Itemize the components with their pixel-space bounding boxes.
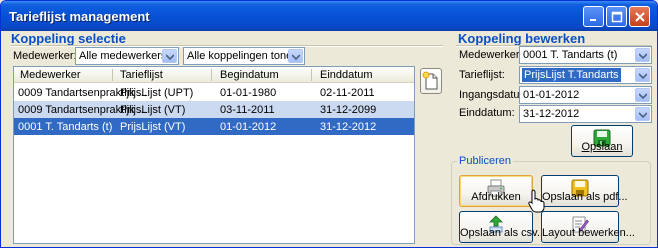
- ingangsdatum-value: 01-01-2012: [523, 89, 580, 101]
- koppelingen-filter-select[interactable]: Alle koppelingen tonen: [183, 47, 305, 65]
- einddatum-picker[interactable]: 31-12-2012: [519, 105, 652, 123]
- minimize-button[interactable]: [583, 6, 604, 27]
- koppelingen-filter-value: Alle koppelingen tonen: [187, 50, 299, 62]
- window-title: Tarieflijst management: [9, 9, 150, 24]
- medewerker-label: Medewerker:: [459, 49, 523, 61]
- chevron-down-icon[interactable]: [635, 48, 650, 62]
- title-bar[interactable]: Tarieflijst management: [1, 1, 657, 31]
- list-row[interactable]: 0009 Tandartsenpraktijk ... PrijsLijst (…: [14, 101, 414, 118]
- list-row-selected[interactable]: 0001 T. Tandarts (t) PrijsLijst (VT) 01-…: [14, 118, 414, 135]
- cell-tarieflijst: PrijsLijst (UPT): [120, 87, 194, 99]
- chevron-down-icon[interactable]: [162, 49, 177, 63]
- publiceren-title: Publiceren: [457, 155, 513, 167]
- layout-bewerken-button[interactable]: Layout bewerken...: [541, 211, 635, 243]
- section-title-selectie: Koppeling selectie: [11, 31, 126, 46]
- layout-bewerken-label: Layout bewerken...: [542, 227, 635, 239]
- close-button[interactable]: [629, 6, 650, 27]
- medewerker-filter-select[interactable]: Alle medewerkers: [75, 47, 179, 65]
- cell-tarieflijst: PrijsLijst (VT): [120, 104, 186, 116]
- list-header: Medewerker Tarieflijst Begindatum Eindda…: [14, 67, 414, 83]
- close-icon: [635, 12, 645, 22]
- section-title-bewerken: Koppeling bewerken: [458, 31, 586, 46]
- opslaan-button[interactable]: Opslaan: [571, 125, 633, 157]
- cell-einddatum: 31-12-2012: [320, 121, 377, 133]
- opslaan-csv-label: Opslaan als csv...: [460, 227, 546, 239]
- column-header-medewerker[interactable]: Medewerker: [20, 69, 81, 81]
- column-header-begindatum[interactable]: Begindatum: [220, 69, 279, 81]
- hand-cursor-icon: [528, 189, 545, 213]
- new-koppeling-button[interactable]: [420, 68, 442, 94]
- medewerker-value: 0001 T. Tandarts (t): [523, 49, 618, 61]
- opslaan-pdf-button[interactable]: Opslaan als pdf...: [541, 175, 628, 207]
- ingangsdatum-picker[interactable]: 01-01-2012: [519, 86, 652, 104]
- chevron-down-icon[interactable]: [635, 107, 650, 121]
- new-document-icon: [422, 71, 438, 90]
- opslaan-pdf-label: Opslaan als pdf...: [542, 191, 628, 203]
- einddatum-label: Einddatum:: [459, 107, 515, 119]
- maximize-icon: [611, 11, 623, 23]
- tarieflijst-select[interactable]: PrijsLijst T.Tandarts: [519, 66, 652, 84]
- chevron-down-icon[interactable]: [635, 88, 650, 102]
- cell-medewerker: 0001 T. Tandarts (t): [18, 121, 113, 133]
- medewerker-select[interactable]: 0001 T. Tandarts (t): [519, 46, 652, 64]
- column-header-tarieflijst[interactable]: Tarieflijst: [120, 69, 163, 81]
- cell-begindatum: 03-11-2011: [220, 104, 275, 116]
- app-window: Tarieflijst management Koppeling selecti…: [0, 0, 658, 248]
- cell-einddatum: 02-11-2011: [320, 87, 375, 99]
- medewerker-filter-label: Medewerker:: [13, 50, 77, 62]
- list-row[interactable]: 0009 Tandartsenpraktijk ... PrijsLijst (…: [14, 84, 414, 101]
- chevron-down-icon[interactable]: [288, 49, 303, 63]
- einddatum-value: 31-12-2012: [523, 108, 580, 120]
- minimize-icon: [590, 19, 596, 21]
- afdrukken-button[interactable]: Afdrukken: [459, 175, 533, 207]
- column-header-einddatum[interactable]: Einddatum: [320, 69, 373, 81]
- tarieflijst-value: PrijsLijst T.Tandarts: [522, 68, 621, 82]
- afdrukken-label: Afdrukken: [471, 191, 521, 203]
- cell-einddatum: 31-12-2099: [320, 104, 377, 116]
- opslaan-label: Opslaan: [581, 141, 623, 153]
- medewerker-filter-value: Alle medewerkers: [79, 50, 167, 62]
- tarieflijst-label: Tarieflijst:: [459, 69, 505, 81]
- cell-tarieflijst: PrijsLijst (VT): [120, 121, 186, 133]
- maximize-button[interactable]: [606, 6, 627, 27]
- chevron-down-icon[interactable]: [635, 68, 650, 82]
- cell-begindatum: 01-01-2012: [220, 121, 277, 133]
- opslaan-csv-button[interactable]: Opslaan als csv...: [459, 211, 546, 243]
- koppelingen-list[interactable]: Medewerker Tarieflijst Begindatum Eindda…: [13, 66, 415, 244]
- cell-begindatum: 01-01-1980: [220, 87, 277, 99]
